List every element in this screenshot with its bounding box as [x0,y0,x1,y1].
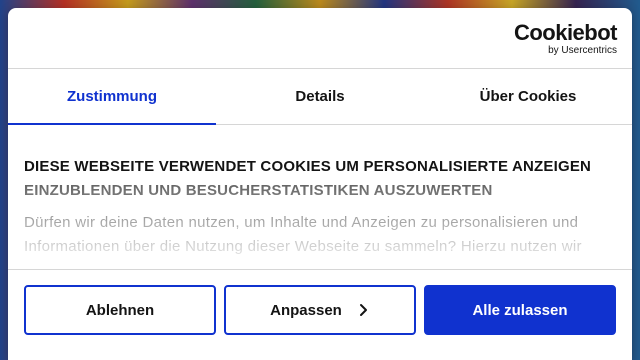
allow-all-button[interactable]: Alle zulassen [424,285,616,335]
logo-brand: Cookiebot [513,20,618,45]
allow-all-button-label: Alle zulassen [472,301,568,319]
button-row: Ablehnen Anpassen Alle zulassen [24,285,616,335]
consent-content: DIESE WEBSEITE VERWENDET COOKIES UM PERS… [8,125,632,265]
tab-zustimmung[interactable]: Zustimmung [8,69,216,125]
tab-bar: Zustimmung Details Über Cookies [8,69,632,125]
tab-ueber-cookies[interactable]: Über Cookies [424,69,632,124]
logo-subtitle: by Usercentrics [548,45,617,56]
tab-details[interactable]: Details [216,69,424,124]
cookiebot-logo: Cookiebot by Usercentrics [513,20,618,57]
customize-button-label: Anpassen [270,301,342,319]
chevron-right-icon [359,304,367,316]
dialog-header: Cookiebot by Usercentrics [8,8,632,69]
customize-button[interactable]: Anpassen [224,285,416,335]
consent-heading: DIESE WEBSEITE VERWENDET COOKIES UM PERS… [24,158,592,199]
decline-button-label: Ablehnen [85,301,155,319]
consent-body-text: Dürfen wir deine Daten nutzen, um Inhalt… [24,214,582,255]
footer-divider [8,269,632,270]
cookie-consent-dialog: Cookiebot by Usercentrics Zustimmung Det… [8,8,632,360]
decline-button[interactable]: Ablehnen [24,285,216,335]
